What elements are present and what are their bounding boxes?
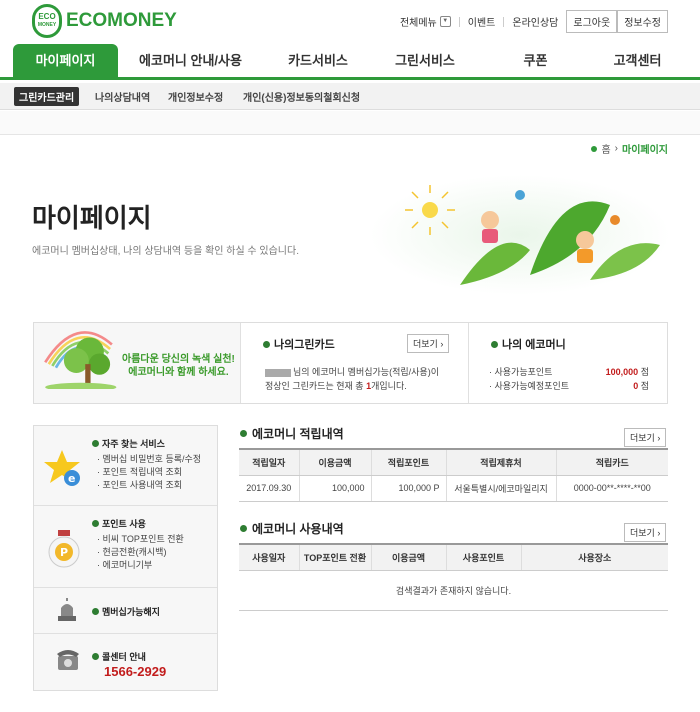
- usage-more-button[interactable]: 더보기 ›: [624, 523, 667, 542]
- expected-points-row: · 사용가능예정포인트 0 점: [489, 381, 649, 391]
- available-points-value: 100,000: [605, 367, 639, 377]
- phone-icon: [57, 650, 79, 670]
- logo-badge: ECO MONEY: [32, 4, 62, 38]
- tree-rainbow-illustration: [44, 331, 117, 389]
- top-bar: ECO MONEY ECOMONEY 전체메뉴 ▼ 이벤트 온라인상담 로그아웃…: [0, 0, 700, 44]
- usage-title: 에코머니 사용내역: [240, 520, 344, 537]
- my-ecomoney-panel: 나의 에코머니 · 사용가능포인트 100,000 점 · 사용가능예정포인트 …: [468, 323, 667, 403]
- faq-link-usage[interactable]: · 포인트 사용내역 조회: [97, 479, 201, 492]
- green-card-text: 님의 에코머니 멤버십가능(적립/사용)이 정상인 그린카드는 현재 총 1개입…: [265, 367, 439, 391]
- all-menu-button[interactable]: 전체메뉴 ▼: [400, 14, 451, 29]
- call-center-phone: 1566-2929: [104, 664, 167, 679]
- event-link[interactable]: 이벤트: [468, 14, 496, 29]
- bullet-icon: [240, 430, 247, 437]
- subnav-consent-withdraw[interactable]: 개인(신용)정보동의철회신청: [243, 89, 360, 104]
- alarm-icon: [58, 598, 76, 621]
- bullet-icon: [491, 340, 498, 348]
- point-coin-icon: P: [48, 530, 80, 568]
- page-subtitle: 에코머니 멤버십상태, 나의 상담내역 등을 확인 하실 수 있습니다.: [32, 246, 299, 257]
- home-icon: [591, 145, 598, 152]
- faq-list: · 멤버십 비밀번호 등록/수정 · 포인트 적립내역 조회 · 포인트 사용내…: [97, 453, 201, 492]
- divider-strip: [0, 111, 700, 135]
- table-row: 2017.09.30 100,000 100,000 P 서울특별시/에코마일리…: [239, 475, 668, 502]
- summary-box: 아름다운 당신의 녹색 실천! 에코머니와 함께 하세요. 나의그린카드 더보기…: [33, 322, 668, 404]
- breadcrumb-home[interactable]: 홈: [601, 141, 610, 156]
- nav-card-service[interactable]: 카드서비스: [263, 44, 373, 80]
- point-use-section: P 포인트 사용 · 비씨 TOP포인트 전환 · 현금전환(캐시백) · 에코…: [34, 506, 217, 588]
- utility-menu: 전체메뉴 ▼ 이벤트 온라인상담 로그아웃 정보수정: [400, 10, 668, 33]
- bullet-icon: [263, 340, 270, 348]
- masked-name: [265, 368, 291, 377]
- svg-text:e: e: [68, 472, 75, 485]
- chevron-down-icon: ▼: [439, 16, 451, 27]
- green-card-title: 나의그린카드: [263, 336, 335, 352]
- table-header-row: 적립일자 이용금액 적립포인트 적립제휴처 적립카드: [239, 448, 668, 476]
- subnav-edit-personal-info[interactable]: 개인정보수정: [168, 89, 223, 104]
- slogan-text: 아름다운 당신의 녹색 실천! 에코머니와 함께 하세요.: [122, 354, 235, 378]
- hero-illustration: [370, 175, 670, 295]
- faq-link-password[interactable]: · 멤버십 비밀번호 등록/수정: [97, 453, 201, 466]
- available-points-row: · 사용가능포인트 100,000 점: [489, 367, 649, 377]
- nav-coupon[interactable]: 쿠폰: [488, 44, 583, 80]
- faq-link-accrual[interactable]: · 포인트 적립내역 조회: [97, 466, 201, 479]
- main-nav: 마이페이지 에코머니 안내/사용 카드서비스 그린서비스 쿠폰 고객센터: [0, 44, 700, 80]
- breadcrumb: 홈 › 마이페이지: [591, 141, 668, 156]
- call-center-section: 콜센터 안내: [34, 634, 217, 692]
- my-green-card-panel: 나의그린카드 더보기 › 님의 에코머니 멤버십가능(적립/사용)이 정상인 그…: [240, 323, 468, 403]
- subnav-consult-history[interactable]: 나의상담내역: [95, 89, 150, 104]
- expected-points-value: 0: [633, 381, 639, 391]
- nav-ecomoney-guide[interactable]: 에코머니 안내/사용: [128, 44, 253, 80]
- breadcrumb-current: 마이페이지: [622, 145, 668, 156]
- point-link-top[interactable]: · 비씨 TOP포인트 전환: [97, 533, 184, 546]
- edit-info-button[interactable]: 정보수정: [617, 10, 668, 33]
- sun-icon: [405, 185, 455, 235]
- accrual-table: 적립일자 이용금액 적립포인트 적립제휴처 적립카드 2017.09.30 10…: [239, 448, 668, 502]
- call-center-title: 콜센터 안내: [92, 650, 146, 663]
- faq-title: 자주 찾는 서비스: [92, 437, 165, 450]
- logout-button[interactable]: 로그아웃: [566, 10, 618, 33]
- slogan-panel: 아름다운 당신의 녹색 실천! 에코머니와 함께 하세요.: [34, 323, 240, 403]
- logo-text: ECOMONEY: [66, 10, 177, 31]
- point-link-donate[interactable]: · 에코머니기부: [97, 559, 184, 572]
- faq-section: e 자주 찾는 서비스 · 멤버십 비밀번호 등록/수정 · 포인트 적립내역 …: [34, 426, 217, 506]
- point-use-title: 포인트 사용: [92, 517, 146, 530]
- empty-result-text: 검색결과가 존재하지 않습니다.: [239, 570, 668, 611]
- accrual-more-button[interactable]: 더보기 ›: [624, 428, 667, 447]
- ecomoney-title: 나의 에코머니: [491, 336, 566, 352]
- bullet-icon: [240, 525, 247, 532]
- green-card-more-button[interactable]: 더보기 ›: [407, 334, 450, 353]
- membership-cancel-section[interactable]: 멤버십가능해지: [34, 588, 217, 634]
- point-use-list: · 비씨 TOP포인트 전환 · 현금전환(캐시백) · 에코머니기부: [97, 533, 184, 572]
- ecomoney-logo[interactable]: ECO MONEY ECOMONEY: [32, 4, 177, 38]
- subnav-green-card[interactable]: 그린카드관리: [14, 87, 80, 106]
- accrual-title: 에코머니 적립내역: [240, 425, 344, 442]
- sub-nav: 그린카드관리 나의상담내역 개인정보수정 개인(신용)정보동의철회신청: [0, 83, 700, 110]
- membership-cancel-title: 멤버십가능해지: [92, 605, 160, 618]
- point-link-cashback[interactable]: · 현금전환(캐시백): [97, 546, 184, 559]
- online-consult-link[interactable]: 온라인상담: [512, 14, 558, 29]
- svg-text:P: P: [60, 546, 68, 559]
- page-title: 마이페이지: [32, 203, 152, 233]
- star-ie-icon: e: [44, 450, 80, 486]
- nav-mypage[interactable]: 마이페이지: [13, 44, 118, 80]
- table-header-row: 사용일자 TOP포인트 전환 이용금액 사용포인트 사용장소: [239, 543, 668, 571]
- quick-service-sidebar: e 자주 찾는 서비스 · 멤버십 비밀번호 등록/수정 · 포인트 적립내역 …: [33, 425, 218, 691]
- usage-table: 사용일자 TOP포인트 전환 이용금액 사용포인트 사용장소 검색결과가 존재하…: [239, 543, 668, 611]
- nav-customer-center[interactable]: 고객센터: [590, 44, 685, 80]
- nav-green-service[interactable]: 그린서비스: [370, 44, 480, 80]
- empty-result-row: 검색결과가 존재하지 않습니다.: [239, 570, 668, 611]
